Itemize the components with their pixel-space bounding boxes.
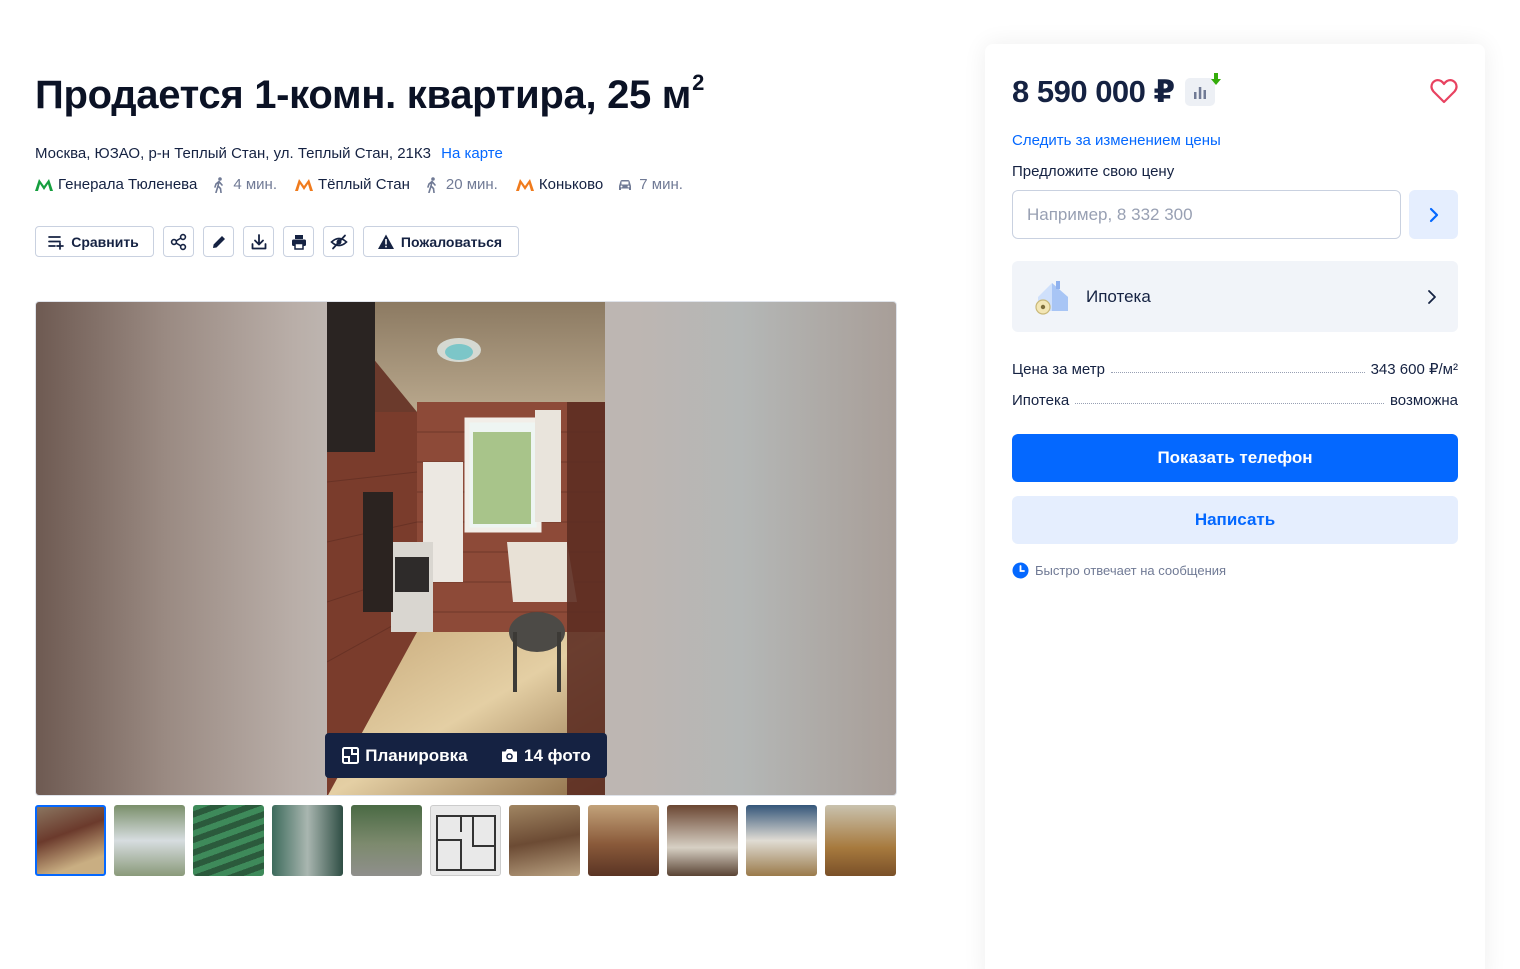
address: Москва, ЮЗАО, р-н Теплый Стан, ул. Теплы… — [35, 145, 503, 162]
address-text: Москва, ЮЗАО, р-н Теплый Стан, ул. Теплы… — [35, 145, 431, 162]
metro-name: Тёплый Стан — [317, 176, 410, 193]
metro-item[interactable]: Коньково 7 мин. — [515, 176, 683, 193]
price: 8 590 000 ₽ — [1012, 74, 1175, 109]
car-icon — [619, 179, 632, 190]
offer-price-label: Предложите свою цену — [1012, 163, 1175, 180]
metro-list: Генерала Тюленева 4 мин. Тёплый Стан 20 … — [35, 176, 701, 193]
download-icon — [251, 233, 266, 249]
house-key-icon — [1035, 280, 1068, 315]
listing-actions: Сравнить Пожаловаться — [35, 226, 519, 257]
download-button[interactable] — [243, 226, 274, 257]
metro-name: Коньково — [538, 176, 604, 193]
thumbnail[interactable] — [351, 805, 422, 876]
warning-icon — [377, 234, 394, 249]
dotted-leader — [1111, 372, 1365, 373]
compare-icon — [48, 235, 65, 250]
heart-icon[interactable] — [1429, 76, 1459, 106]
offer-submit-button[interactable] — [1409, 190, 1458, 239]
thumbnail[interactable] — [193, 805, 264, 876]
hide-button[interactable] — [323, 226, 354, 257]
metro-name: Генерала Тюленева — [58, 176, 198, 193]
report-button[interactable]: Пожаловаться — [363, 226, 519, 257]
thumbnail[interactable] — [825, 805, 896, 876]
thumbnail[interactable] — [114, 805, 185, 876]
price-down-icon — [1210, 73, 1221, 85]
info-label: Цена за метр — [1012, 361, 1105, 378]
offer-price-input[interactable] — [1012, 190, 1401, 239]
thumbnail[interactable] — [667, 805, 738, 876]
print-icon — [291, 234, 306, 250]
thumbnail[interactable] — [35, 805, 106, 876]
floor-plan-thumb — [436, 815, 496, 871]
info-label: Ипотека — [1012, 392, 1070, 409]
photo-gallery[interactable]: Планировка 14 фото — [35, 301, 897, 796]
photos-label: 14 фото — [524, 745, 591, 765]
price-row: 8 590 000 ₽ — [1012, 73, 1221, 110]
mortgage-label: Ипотека — [1086, 286, 1151, 306]
info-value: возможна — [1390, 392, 1458, 409]
chevron-right-icon — [1428, 289, 1436, 304]
chevron-right-icon — [1429, 207, 1438, 222]
floor-plan-icon — [342, 747, 360, 764]
kitchen-photo — [327, 302, 605, 795]
metro-time: 20 мин. — [445, 176, 498, 193]
camera-icon — [502, 749, 518, 762]
walk-icon — [214, 176, 224, 193]
price-card: 8 590 000 ₽ Следить за изменением цены П… — [985, 44, 1485, 969]
page-title: Продается 1-комн. квартира, 25 м2 — [35, 70, 705, 117]
report-label: Пожаловаться — [400, 233, 503, 250]
metro-icon — [515, 178, 534, 191]
price-per-meter-row: Цена за метр 343 600 ₽/м² — [1012, 360, 1458, 378]
edit-button[interactable] — [203, 226, 234, 257]
thumbnail-strip — [35, 805, 897, 876]
thumbnail[interactable] — [588, 805, 659, 876]
quick-reply-badge: Быстро отвечает на сообщения — [1012, 562, 1226, 579]
metro-icon — [35, 178, 53, 191]
info-value: 343 600 ₽/м² — [1370, 361, 1458, 378]
metro-time: 7 мин. — [639, 176, 683, 193]
layout-button[interactable]: Планировка — [341, 745, 468, 766]
compare-label: Сравнить — [71, 233, 139, 250]
dotted-leader — [1075, 403, 1384, 404]
edit-icon — [212, 235, 225, 248]
mortgage-row: Ипотека возможна — [1012, 392, 1458, 409]
thumbnail[interactable] — [272, 805, 343, 876]
share-button[interactable] — [163, 226, 194, 257]
track-price-link[interactable]: Следить за изменением цены — [1012, 132, 1221, 149]
clock-icon — [1012, 562, 1029, 579]
map-link[interactable]: На карте — [441, 145, 503, 162]
walk-icon — [427, 176, 436, 193]
quick-reply-text: Быстро отвечает на сообщения — [1035, 563, 1227, 578]
layout-label: Планировка — [365, 745, 468, 765]
metro-item[interactable]: Тёплый Стан 20 мин. — [294, 176, 498, 193]
thumbnail[interactable] — [746, 805, 817, 876]
write-button[interactable]: Написать — [1012, 496, 1458, 544]
print-button[interactable] — [283, 226, 314, 257]
share-icon — [170, 233, 186, 250]
thumbnail[interactable] — [509, 805, 580, 876]
metro-time: 4 мин. — [233, 176, 277, 193]
photos-button[interactable]: 14 фото — [500, 746, 591, 766]
gallery-overlay: Планировка 14 фото — [325, 733, 607, 778]
metro-item[interactable]: Генерала Тюленева 4 мин. — [35, 176, 277, 193]
compare-button[interactable]: Сравнить — [35, 226, 154, 257]
hide-icon — [329, 234, 348, 249]
main-photo[interactable] — [327, 302, 605, 795]
price-history-button[interactable] — [1184, 73, 1221, 106]
show-phone-button[interactable]: Показать телефон — [1012, 434, 1458, 482]
mortgage-banner[interactable]: Ипотека — [1012, 261, 1458, 332]
metro-icon — [294, 178, 313, 191]
bar-chart-icon — [1193, 87, 1206, 99]
thumbnail[interactable] — [430, 805, 501, 876]
